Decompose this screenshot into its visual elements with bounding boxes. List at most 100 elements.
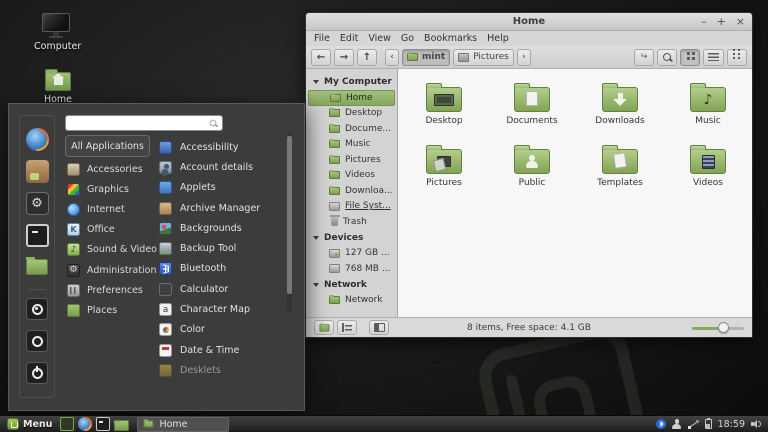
app-backup-tool[interactable]: Backup Tool	[159, 238, 289, 258]
file-pictures[interactable]: Pictures	[400, 139, 488, 201]
sidebar-section-my-computer[interactable]: My Computer	[306, 74, 397, 90]
sidebar-item-music[interactable]: Music	[308, 137, 395, 153]
menu-search-box[interactable]	[65, 115, 223, 131]
sidebar-item-file-system[interactable]: File Syst...	[308, 199, 395, 215]
bluetooth-tray-icon[interactable]	[655, 419, 666, 429]
menu-go[interactable]: Go	[401, 33, 414, 44]
path-scroll-left-button[interactable]: ‹	[385, 48, 399, 66]
zoom-slider[interactable]	[692, 321, 744, 334]
breadcrumb-pictures[interactable]: Pictures	[453, 48, 514, 66]
icon-view-button[interactable]	[680, 48, 700, 66]
sidebar-item-downloads[interactable]: Downloa...	[308, 183, 395, 199]
scrollbar-thumb[interactable]	[287, 136, 292, 294]
clock[interactable]: 18:59	[718, 419, 745, 430]
app-applets[interactable]: Applets	[159, 178, 289, 198]
app-account-details[interactable]: Account details	[159, 157, 289, 177]
files-taskbar-launcher[interactable]	[114, 419, 130, 431]
user-applet-icon[interactable]	[672, 419, 682, 429]
category-preferences[interactable]: Preferences	[67, 280, 159, 300]
disk-icon	[329, 248, 340, 258]
list-view-button[interactable]	[703, 48, 724, 66]
firefox-taskbar-launcher[interactable]	[78, 417, 93, 431]
firefox-launcher[interactable]	[25, 128, 49, 151]
expander-icon	[313, 235, 319, 240]
category-all-applications[interactable]: All Applications	[65, 135, 150, 157]
file-downloads[interactable]: Downloads	[576, 77, 664, 139]
minimize-button[interactable]: –	[701, 16, 707, 27]
zoom-slider-handle[interactable]	[718, 321, 729, 333]
location-entry-button[interactable]: ↵	[634, 48, 654, 66]
sound-video-icon: ♪	[67, 243, 80, 257]
sidebar-item-videos[interactable]: Videos	[308, 168, 395, 184]
category-sound-video[interactable]: ♪ Sound & Video	[67, 240, 159, 260]
sidebar-item-127gb-volume[interactable]: 127 GB ...	[308, 246, 395, 262]
sidebar-item-desktop[interactable]: Desktop	[308, 106, 395, 122]
lock-icon	[31, 303, 43, 315]
sidebar-section-network[interactable]: Network	[306, 277, 397, 293]
sidebar-item-trash[interactable]: Trash	[308, 214, 395, 230]
maximize-button[interactable]: +	[717, 16, 726, 27]
app-character-map[interactable]: a Character Map	[159, 299, 289, 319]
desktop-icon-home[interactable]: Home	[36, 69, 80, 105]
battery-tray-icon[interactable]	[704, 417, 712, 429]
sidebar-item-768mb-volume[interactable]: 768 MB ...	[308, 261, 395, 277]
menu-scrollbar[interactable]	[287, 134, 292, 312]
app-archive-manager[interactable]: Archive Manager	[159, 198, 289, 218]
terminal-launcher[interactable]	[25, 224, 49, 247]
shutdown-button[interactable]	[26, 362, 48, 384]
menu-bookmarks[interactable]: Bookmarks	[424, 33, 477, 44]
sidebar-section-devices[interactable]: Devices	[306, 230, 397, 246]
files-launcher[interactable]	[26, 257, 48, 275]
compact-view-button[interactable]	[727, 48, 747, 66]
menu-help[interactable]: Help	[487, 33, 509, 44]
window-titlebar[interactable]: Home – + ×	[306, 13, 752, 31]
desktop-icon-computer[interactable]: Computer	[34, 13, 81, 52]
back-button[interactable]: ←	[311, 48, 331, 66]
up-button[interactable]: ↑	[357, 48, 377, 66]
app-calculator[interactable]: Calculator	[159, 279, 289, 299]
terminal-taskbar-launcher[interactable]	[96, 417, 111, 431]
category-graphics[interactable]: Graphics	[67, 179, 159, 199]
app-desklets[interactable]: Desklets	[159, 360, 289, 380]
file-desktop[interactable]: Desktop	[400, 77, 488, 139]
menu-search-input[interactable]	[66, 118, 209, 128]
category-office[interactable]: K Office	[67, 220, 159, 240]
menu-button[interactable]: Menu	[3, 417, 56, 432]
file-public[interactable]: Public	[488, 139, 576, 201]
close-button[interactable]: ×	[736, 16, 745, 27]
menu-file[interactable]: File	[314, 33, 330, 44]
category-internet[interactable]: Internet	[67, 199, 159, 219]
app-color[interactable]: Color	[159, 320, 289, 340]
window-list-home[interactable]: Home	[137, 416, 230, 432]
app-date-time[interactable]: Date & Time	[159, 340, 289, 360]
software-manager-launcher[interactable]	[25, 160, 49, 183]
show-desktop-button[interactable]	[60, 417, 75, 431]
logout-button[interactable]	[26, 330, 48, 352]
system-settings-launcher[interactable]: ⚙	[25, 192, 49, 215]
forward-button[interactable]: →	[334, 48, 354, 66]
app-backgrounds[interactable]: Backgrounds	[159, 218, 289, 238]
sidebar-item-pictures[interactable]: Pictures	[308, 152, 395, 168]
application-list: Accessibility Account details Applets Ar…	[159, 137, 289, 381]
breadcrumb-mint[interactable]: mint	[402, 48, 451, 66]
sidebar-item-documents[interactable]: Docume...	[308, 121, 395, 137]
app-accessibility[interactable]: Accessibility	[159, 137, 289, 157]
menu-edit[interactable]: Edit	[340, 33, 358, 44]
file-music[interactable]: ♪ Music	[664, 77, 752, 139]
category-administration[interactable]: ⚙ Administration	[67, 260, 159, 280]
path-scroll-right-button[interactable]: ›	[516, 48, 531, 66]
category-places[interactable]: Places	[67, 300, 159, 320]
volume-tray-icon[interactable]	[751, 420, 761, 428]
menu-view[interactable]: View	[368, 33, 391, 44]
lock-screen-button[interactable]	[26, 298, 48, 320]
file-templates[interactable]: Templates	[576, 139, 664, 201]
app-bluetooth[interactable]: Bluetooth	[159, 259, 289, 279]
network-tray-icon[interactable]	[687, 420, 699, 429]
sidebar-item-network[interactable]: Network	[308, 293, 395, 309]
file-documents[interactable]: Documents	[488, 77, 576, 139]
folder-icon	[143, 419, 154, 428]
file-videos[interactable]: Videos	[664, 139, 752, 201]
sidebar-item-home[interactable]: Home	[308, 90, 395, 106]
search-button[interactable]	[657, 48, 677, 66]
category-accessories[interactable]: Accessories	[67, 159, 159, 179]
